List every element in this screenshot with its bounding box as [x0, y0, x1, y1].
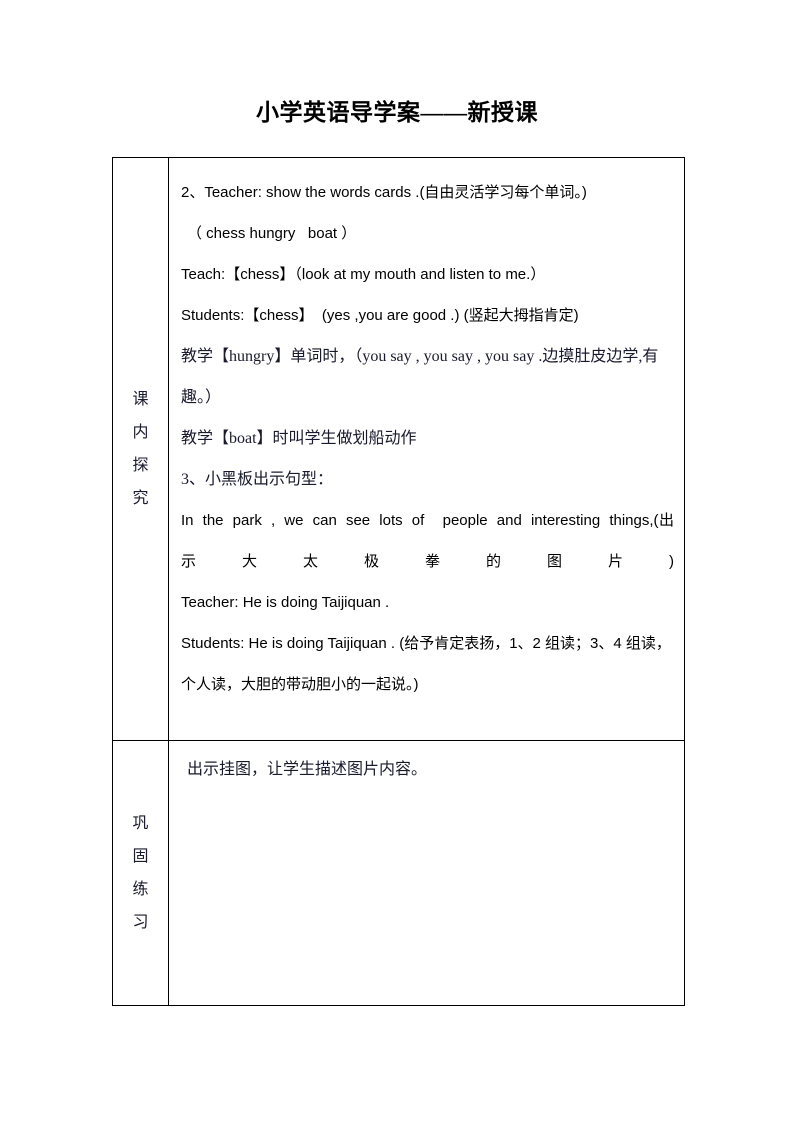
row-body-cell-practice: 出示挂图，让学生描述图片内容。	[168, 740, 685, 1006]
vertical-label-practice: 巩 固 练 习	[113, 807, 168, 939]
vertical-label-char: 巩	[132, 815, 149, 832]
vertical-label-char: 课	[132, 391, 149, 408]
row-label-cell-explore: 课 内 探 究	[112, 157, 169, 741]
content-line: Students: He is doing Taijiquan . (给予肯定表…	[181, 635, 671, 693]
content-line: 教学【hungry】单词时，（you say , you say , you s…	[181, 348, 659, 406]
content-line: 2、Teacher: show the words cards .(自由灵活学习…	[181, 184, 587, 201]
vertical-label-explore: 课 内 探 究	[113, 383, 168, 515]
vertical-label-char: 习	[132, 914, 149, 931]
content-line: In the park , we can see lots of people …	[181, 512, 674, 570]
vertical-label-char: 究	[132, 490, 149, 507]
content-line: 3、小黑板出示句型：	[181, 471, 334, 488]
content-line: Students:【chess】 (yes ,you are good .) (…	[181, 307, 579, 324]
page-title: 小学英语导学案——新授课	[256, 100, 538, 125]
table-row-explore: 课 内 探 究 2、Teacher: show the words cards …	[112, 157, 685, 741]
content-line: Teacher: He is doing Taijiquan .	[181, 594, 390, 611]
vertical-label-char: 内	[132, 424, 149, 441]
content-line: Teach:【chess】（look at my mouth and liste…	[181, 266, 546, 283]
explore-content: 2、Teacher: show the words cards .(自由灵活学习…	[169, 158, 684, 740]
row-body-cell-explore: 2、Teacher: show the words cards .(自由灵活学习…	[168, 157, 685, 741]
vertical-label-char: 练	[132, 881, 149, 898]
table-row-practice: 巩 固 练 习 出示挂图，让学生描述图片内容。	[112, 740, 685, 1006]
row-label-cell-practice: 巩 固 练 习	[112, 740, 169, 1006]
content-line: 出示挂图，让学生描述图片内容。	[187, 761, 428, 778]
content-line: （ chess hungry boat ）	[187, 225, 357, 242]
lesson-plan-table: 课 内 探 究 2、Teacher: show the words cards …	[112, 157, 685, 1006]
vertical-label-char: 固	[132, 848, 149, 865]
practice-content: 出示挂图，让学生描述图片内容。	[169, 741, 684, 1005]
content-line: 教学【boat】时叫学生做划船动作	[181, 430, 417, 447]
vertical-label-char: 探	[132, 457, 149, 474]
